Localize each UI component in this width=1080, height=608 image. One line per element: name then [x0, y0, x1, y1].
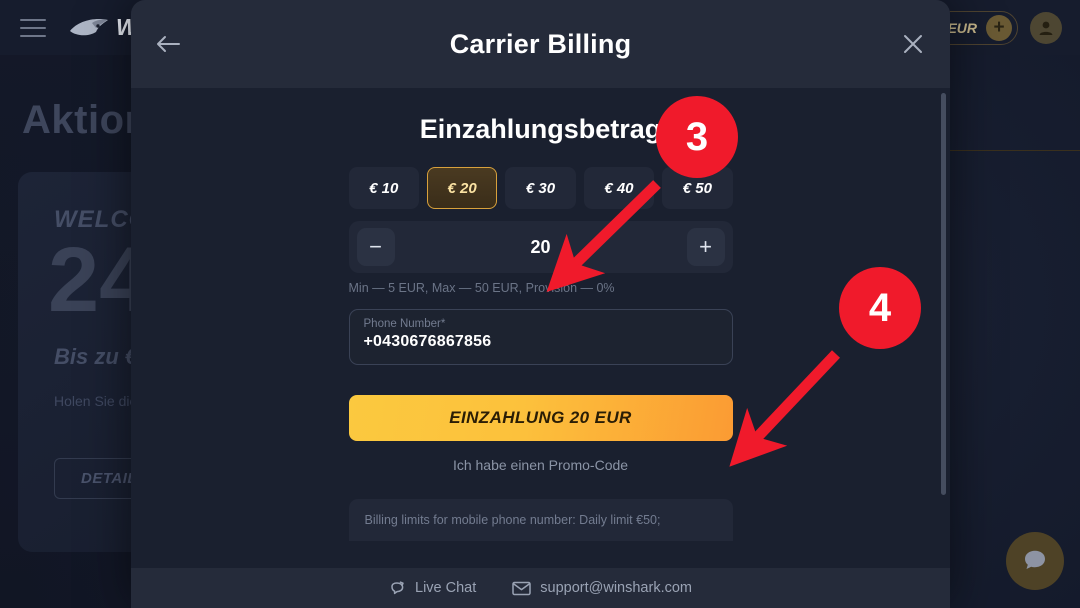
person-icon — [1039, 21, 1053, 35]
amount-preset-1[interactable]: € 20 — [426, 167, 498, 209]
shark-icon — [70, 18, 108, 35]
support-email-link[interactable]: support@winshark.com — [512, 580, 692, 596]
deposit-amount-heading: Einzahlungsbetrag — [419, 114, 662, 144]
modal-scrollbar[interactable] — [941, 93, 946, 495]
amount-preset-group: € 10 € 20 € 30 € 40 € 50 — [348, 167, 733, 209]
live-chat-icon — [391, 580, 404, 594]
screenshot-root: WINSHARK 0 EUR + Aktionen WELCOME 24 Bis — [0, 0, 1080, 608]
back-button[interactable] — [151, 27, 185, 61]
support-widget-button[interactable] — [1006, 532, 1064, 590]
modal-body: Einzahlungsbetrag € 10 € 20 € 30 € 40 € … — [131, 88, 950, 568]
phone-number-label: Phone Number* — [363, 318, 446, 330]
chat-bubble-icon — [1025, 550, 1045, 569]
amount-limits-note: Min — 5 EUR, Max — 50 EUR, Provision — 0… — [348, 281, 615, 295]
increment-button[interactable]: + — [686, 228, 725, 266]
envelope-icon — [512, 581, 532, 595]
amount-preset-3[interactable]: € 40 — [583, 167, 655, 209]
plus-icon[interactable]: + — [986, 14, 1012, 41]
modal-header: Carrier Billing — [131, 0, 950, 88]
decrement-button[interactable]: − — [356, 228, 395, 266]
modal-footer: Live Chat support@winshark.com — [131, 568, 950, 608]
deposit-submit-button[interactable]: EINZAHLUNG 20 EUR — [348, 395, 733, 441]
amount-preset-4[interactable]: € 50 — [662, 167, 733, 209]
close-icon — [904, 35, 922, 53]
billing-limits-note: Billing limits for mobile phone number: … — [348, 499, 733, 541]
promo-code-link[interactable]: Ich habe einen Promo-Code — [349, 457, 733, 473]
modal-title: Carrier Billing — [449, 28, 632, 59]
amount-stepper: − 20 + — [348, 221, 733, 273]
promo-subtitle: Bis zu € — [54, 344, 138, 369]
phone-number-field[interactable]: Phone Number* +0430676867856 — [348, 309, 733, 365]
support-email-label: support@winshark.com — [540, 580, 692, 596]
amount-preset-2[interactable]: € 30 — [505, 167, 576, 209]
live-chat-link[interactable]: Live Chat — [389, 580, 476, 597]
carrier-billing-modal: Carrier Billing Einzahlungsbetrag € 10 €… — [131, 0, 950, 608]
close-button[interactable] — [896, 27, 930, 61]
live-chat-label: Live Chat — [415, 580, 477, 596]
amount-preset-0[interactable]: € 10 — [348, 167, 419, 209]
amount-input[interactable]: 20 — [395, 237, 687, 258]
phone-number-input[interactable]: +0430676867856 — [364, 333, 718, 351]
avatar-icon[interactable] — [1030, 11, 1062, 44]
arrow-left-icon — [157, 36, 180, 52]
hamburger-icon[interactable] — [20, 18, 46, 37]
